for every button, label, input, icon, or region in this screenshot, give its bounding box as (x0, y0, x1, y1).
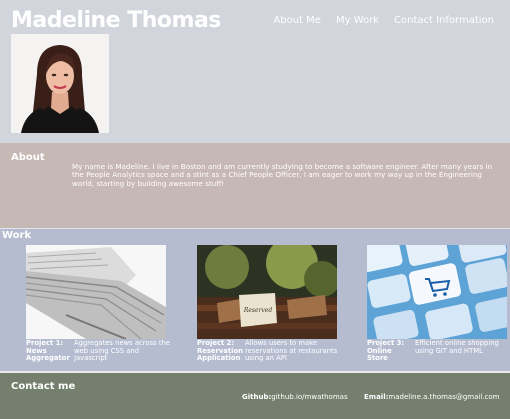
project-card-online-store[interactable]: Project 3: Online Store Efficient online… (367, 245, 507, 362)
project-card-reservation-application[interactable]: Reserved Project 2: Reservation Applicat… (197, 245, 337, 362)
project-description: Aggregates news across the web using CSS… (74, 339, 170, 363)
github-contact[interactable]: Github:github.io/mwathomas (242, 393, 348, 401)
work-section: Work Project 1: News Aggregator Aggregat… (0, 228, 510, 371)
project-description: Efficient online shopping using GIT and … (415, 339, 499, 355)
project-title: Project 3: Online Store (367, 339, 405, 363)
main-nav: About Me My Work Contact Information (273, 15, 494, 26)
profile-photo (11, 34, 109, 133)
email-value[interactable]: madeline.a.thomas@gmail.com (388, 393, 499, 401)
github-value[interactable]: github.io/mwathomas (271, 393, 347, 401)
project-description: Allows users to make reservations at res… (245, 339, 338, 363)
project-title: Project 1: News Aggregator (26, 339, 70, 363)
project-title: Project 2: Reservation Application (197, 339, 243, 363)
svg-text:Reserved: Reserved (243, 307, 273, 314)
about-section: About My name is Madeline. I live in Bos… (0, 143, 510, 228)
contact-heading: Contact me (11, 381, 76, 392)
project-card-news-aggregator[interactable]: Project 1: News Aggregator Aggregates ne… (26, 245, 170, 362)
email-label: Email: (364, 393, 389, 401)
about-text: My name is Madeline. I live in Boston an… (72, 162, 493, 188)
nav-about-me[interactable]: About Me (273, 15, 321, 26)
nav-contact-information[interactable]: Contact Information (394, 15, 494, 26)
keyboard-cart-image (367, 245, 507, 339)
site-title: Madeline Thomas (11, 8, 221, 33)
reserved-sign-image: Reserved (197, 245, 337, 339)
header: Madeline Thomas About Me My Work Contact… (0, 0, 510, 143)
github-label: Github: (242, 393, 272, 401)
work-heading: Work (2, 230, 32, 241)
contact-section: Contact me Github:github.io/mwathomas Em… (0, 371, 510, 419)
nav-my-work[interactable]: My Work (336, 15, 379, 26)
newspaper-image (26, 245, 166, 339)
email-contact[interactable]: Email:madeline.a.thomas@gmail.com (364, 393, 499, 401)
about-heading: About (11, 152, 45, 163)
